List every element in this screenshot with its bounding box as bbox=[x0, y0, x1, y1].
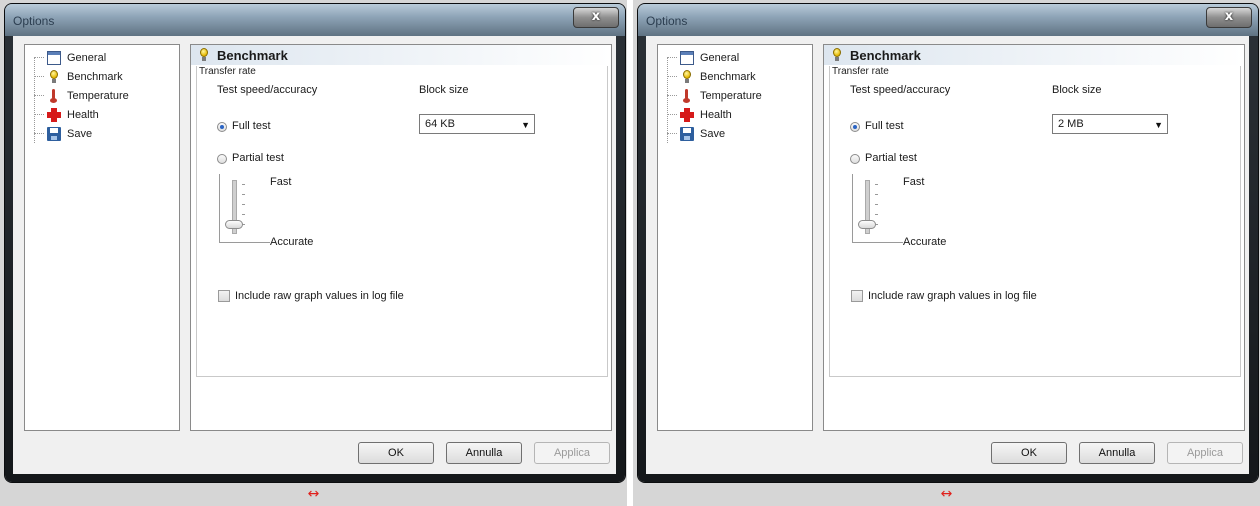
tree-item-benchmark[interactable]: Benchmark bbox=[34, 68, 123, 85]
slider-thumb[interactable] bbox=[858, 220, 876, 229]
tree-item-benchmark[interactable]: Benchmark bbox=[667, 68, 756, 85]
full-test-label[interactable]: Full test bbox=[865, 120, 904, 132]
slider-accurate-label: Accurate bbox=[270, 236, 314, 248]
tree-connector-line bbox=[34, 57, 35, 143]
tree-item-label: Save bbox=[67, 127, 93, 140]
tree-item-temperature[interactable]: Temperature bbox=[34, 87, 129, 104]
window-icon bbox=[47, 50, 61, 65]
swap-arrow-icon: ↔ bbox=[307, 486, 320, 502]
thermometer-icon bbox=[680, 88, 694, 103]
transfer-rate-group: Transfer rate Test speed/accuracy Block … bbox=[196, 66, 608, 377]
panel-header: Benchmark bbox=[191, 45, 611, 65]
tree-item-health[interactable]: Health bbox=[667, 106, 732, 123]
cancel-button[interactable]: Annulla bbox=[1079, 442, 1155, 464]
window-icon bbox=[680, 50, 694, 65]
tree-item-label: Temperature bbox=[67, 89, 129, 102]
lightbulb-icon bbox=[47, 69, 61, 84]
ok-button[interactable]: OK bbox=[358, 442, 434, 464]
speed-accuracy-slider[interactable] bbox=[852, 174, 903, 243]
partial-test-label[interactable]: Partial test bbox=[232, 152, 284, 164]
full-test-radio[interactable] bbox=[217, 122, 227, 132]
tree-item-label: Temperature bbox=[700, 89, 762, 102]
floppy-disk-icon bbox=[680, 126, 694, 141]
tree-item-label: General bbox=[67, 51, 107, 64]
apply-button[interactable]: Applica bbox=[534, 442, 610, 464]
tree-item-temperature[interactable]: Temperature bbox=[667, 87, 762, 104]
cancel-button[interactable]: Annulla bbox=[446, 442, 522, 464]
slider-fast-label: Fast bbox=[903, 176, 925, 188]
options-window-pane-right: Options x General Benchmark Temperature … bbox=[633, 0, 1260, 506]
block-size-select[interactable]: 64 KB ▼ bbox=[419, 114, 535, 134]
full-test-label[interactable]: Full test bbox=[232, 120, 271, 132]
include-raw-checkbox[interactable] bbox=[851, 290, 863, 302]
tree-item-label: Health bbox=[700, 108, 732, 121]
transfer-rate-group: Transfer rate Test speed/accuracy Block … bbox=[829, 66, 1241, 377]
window-title: Options bbox=[646, 14, 688, 28]
swap-arrow-icon: ↔ bbox=[940, 486, 953, 502]
slider-fast-label: Fast bbox=[270, 176, 292, 188]
block-size-select[interactable]: 2 MB ▼ bbox=[1052, 114, 1168, 134]
lightbulb-icon bbox=[830, 48, 844, 62]
floppy-disk-icon bbox=[47, 126, 61, 141]
block-size-label: Block size bbox=[1052, 84, 1102, 96]
tree-item-health[interactable]: Health bbox=[34, 106, 99, 123]
tree-item-general[interactable]: General bbox=[34, 49, 107, 66]
tree-item-save[interactable]: Save bbox=[34, 125, 93, 142]
include-raw-checkbox[interactable] bbox=[218, 290, 230, 302]
tree-item-label: Health bbox=[67, 108, 99, 121]
health-cross-icon bbox=[47, 107, 61, 122]
options-window: Options x General Benchmark Temperature … bbox=[638, 4, 1258, 482]
close-button[interactable]: x bbox=[1206, 7, 1252, 28]
options-window-pane-left: Options x General Benchmark Temperature … bbox=[0, 0, 627, 506]
ok-button[interactable]: OK bbox=[991, 442, 1067, 464]
slider-accurate-label: Accurate bbox=[903, 236, 947, 248]
include-raw-label[interactable]: Include raw graph values in log file bbox=[868, 290, 1037, 302]
speed-accuracy-slider[interactable] bbox=[219, 174, 270, 243]
panel-title: Benchmark bbox=[217, 47, 288, 63]
tree-connector-line bbox=[667, 57, 668, 143]
options-tree: General Benchmark Temperature Health Sav… bbox=[657, 44, 813, 431]
apply-button[interactable]: Applica bbox=[1167, 442, 1243, 464]
group-legend: Transfer rate bbox=[832, 66, 889, 77]
partial-test-label[interactable]: Partial test bbox=[865, 152, 917, 164]
block-size-label: Block size bbox=[419, 84, 469, 96]
title-bar[interactable]: Options x bbox=[5, 4, 625, 36]
tree-item-label: Benchmark bbox=[700, 70, 756, 83]
dropdown-arrow-icon: ▼ bbox=[1154, 120, 1163, 130]
tree-item-label: Benchmark bbox=[67, 70, 123, 83]
full-test-radio[interactable] bbox=[850, 122, 860, 132]
test-speed-label: Test speed/accuracy bbox=[850, 84, 951, 96]
benchmark-panel: Benchmark Transfer rate Test speed/accur… bbox=[190, 44, 612, 431]
health-cross-icon bbox=[680, 107, 694, 122]
block-size-value: 2 MB bbox=[1058, 118, 1084, 130]
panel-title: Benchmark bbox=[850, 47, 921, 63]
panel-header: Benchmark bbox=[824, 45, 1244, 65]
group-legend: Transfer rate bbox=[199, 66, 256, 77]
lightbulb-icon bbox=[680, 69, 694, 84]
partial-test-radio[interactable] bbox=[850, 154, 860, 164]
title-bar[interactable]: Options x bbox=[638, 4, 1258, 36]
tree-item-label: Save bbox=[700, 127, 726, 140]
partial-test-radio[interactable] bbox=[217, 154, 227, 164]
tree-item-label: General bbox=[700, 51, 740, 64]
window-title: Options bbox=[13, 14, 55, 28]
benchmark-panel: Benchmark Transfer rate Test speed/accur… bbox=[823, 44, 1245, 431]
test-speed-label: Test speed/accuracy bbox=[217, 84, 318, 96]
tree-item-general[interactable]: General bbox=[667, 49, 740, 66]
slider-thumb[interactable] bbox=[225, 220, 243, 229]
thermometer-icon bbox=[47, 88, 61, 103]
dialog-client-area: General Benchmark Temperature Health Sav… bbox=[13, 36, 616, 474]
close-button[interactable]: x bbox=[573, 7, 619, 28]
include-raw-label[interactable]: Include raw graph values in log file bbox=[235, 290, 404, 302]
options-tree: General Benchmark Temperature Health Sav… bbox=[24, 44, 180, 431]
dropdown-arrow-icon: ▼ bbox=[521, 120, 530, 130]
tree-item-save[interactable]: Save bbox=[667, 125, 726, 142]
block-size-value: 64 KB bbox=[425, 118, 455, 130]
dialog-client-area: General Benchmark Temperature Health Sav… bbox=[646, 36, 1249, 474]
lightbulb-icon bbox=[197, 48, 211, 62]
options-window: Options x General Benchmark Temperature … bbox=[5, 4, 625, 482]
